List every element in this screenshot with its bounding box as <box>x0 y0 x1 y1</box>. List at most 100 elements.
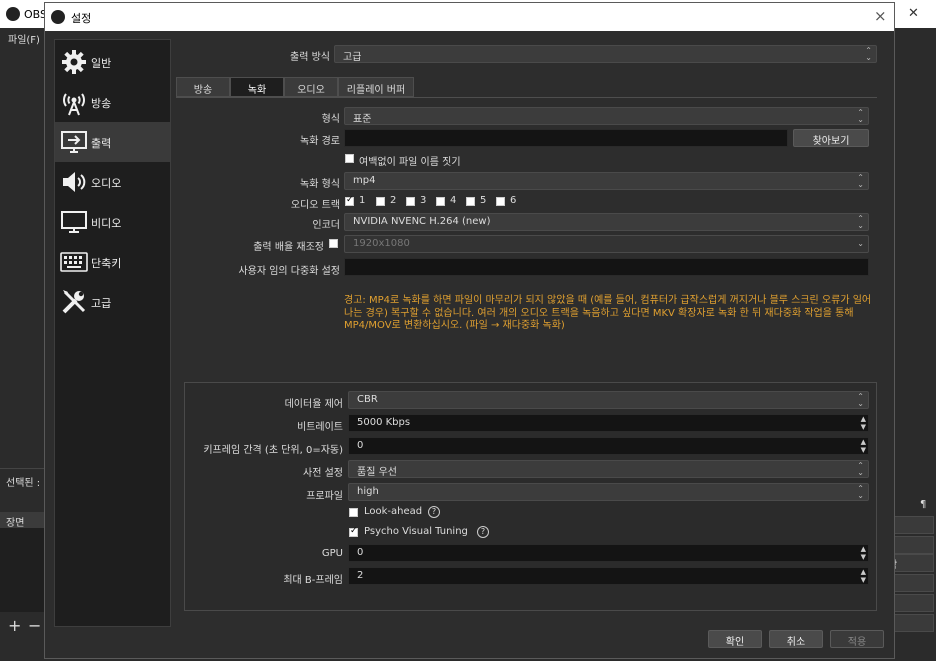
recording-type-select[interactable]: 표준 ⌃ ⌄ <box>344 107 869 125</box>
help-icon[interactable]: ? <box>428 506 440 518</box>
tools-icon <box>59 288 89 316</box>
monitor-icon <box>59 208 89 236</box>
output-mode-label: 출력 방식 <box>290 52 330 63</box>
output-monitor-icon <box>59 128 89 156</box>
recording-path-label: 녹화 경로 <box>300 136 340 147</box>
browse-button[interactable]: 찾아보기 <box>793 129 869 147</box>
sidebar-item-label: 오디오 <box>91 177 122 190</box>
lookahead-label: Look-ahead <box>364 506 423 517</box>
sidebar-item-output[interactable]: 출력 <box>55 122 170 162</box>
custom-muxer-input[interactable] <box>344 258 869 276</box>
no-space-filename-checkbox[interactable] <box>345 154 354 163</box>
gear-icon <box>59 48 89 76</box>
audio-track-4-label: 4 <box>450 195 457 206</box>
custom-muxer-label: 사용자 임의 다중화 설정 <box>238 266 340 277</box>
audio-track-4-checkbox[interactable] <box>436 197 445 206</box>
encoder-label: 인코더 <box>312 220 340 231</box>
obs-logo-icon <box>6 7 20 21</box>
sidebar-item-audio[interactable]: 오디오 <box>55 162 170 202</box>
selected-source-panel: 선택된 : <box>0 468 50 492</box>
chevron-updown-icon: ⌃ ⌄ <box>857 461 864 477</box>
scenes-header: 장면 <box>0 512 50 529</box>
audio-track-6-label: 6 <box>510 195 517 206</box>
chevron-updown-icon: ⌃ ⌄ <box>865 46 872 62</box>
profile-label: 프로파일 <box>306 491 343 502</box>
spin-arrows-icon[interactable]: ▲ ▼ <box>861 545 866 561</box>
audio-track-2-label: 2 <box>390 195 397 206</box>
audio-track-5-label: 5 <box>480 195 487 206</box>
settings-dialog: 설정 × 일반 방송 출력 오디오 비디오 단축키 고급 출력 방식 고급 ⌃ … <box>44 2 895 659</box>
sidebar-item-hotkeys[interactable]: 단축키 <box>55 242 170 282</box>
obs-logo-icon <box>51 10 65 24</box>
audio-track-label: 오디오 트랙 <box>290 200 340 211</box>
tab-stream[interactable]: 방송 <box>176 77 230 97</box>
menu-file[interactable]: 파일(F) <box>8 31 40 46</box>
mp4-warning-text: 경고: MP4로 녹화를 하면 파일이 마무리가 되지 않았을 때 (예를 들어… <box>344 295 872 331</box>
sidebar-item-label: 고급 <box>91 297 112 310</box>
tab-recording[interactable]: 녹화 <box>230 77 284 97</box>
spin-arrows-icon[interactable]: ▲ ▼ <box>861 438 866 454</box>
audio-track-1-label: 1 <box>359 195 366 206</box>
apply-button[interactable]: 적용 <box>830 630 884 648</box>
preset-select[interactable]: 품질 우선 ⌃ ⌄ <box>348 460 869 478</box>
sidebar-item-label: 비디오 <box>91 217 122 230</box>
ok-button[interactable]: 확인 <box>708 630 762 648</box>
spin-arrows-icon[interactable]: ▲ ▼ <box>861 568 866 584</box>
main-window-close-icon[interactable]: ✕ <box>908 6 919 21</box>
psycho-visual-label: Psycho Visual Tuning <box>364 526 468 537</box>
rescale-label: 출력 배율 재조정 <box>253 242 324 253</box>
audio-track-5-checkbox[interactable] <box>466 197 475 206</box>
close-icon[interactable]: × <box>874 7 887 25</box>
tab-divider <box>176 97 877 98</box>
rate-control-label: 데이터율 제어 <box>284 399 343 410</box>
chevron-updown-icon: ⌃ ⌄ <box>857 108 864 124</box>
audio-track-1-checkbox[interactable] <box>345 195 354 206</box>
bitrate-spinbox[interactable]: 5000 Kbps ▲ ▼ <box>348 414 869 432</box>
chevron-updown-icon: ⌃ ⌄ <box>857 214 864 230</box>
preset-label: 사전 설정 <box>303 468 343 479</box>
audio-track-3-label: 3 <box>420 195 427 206</box>
max-bframes-spinbox[interactable]: 2 ▲ ▼ <box>348 567 869 585</box>
chevron-updown-icon: ⌃ ⌄ <box>857 484 864 500</box>
spin-arrows-icon[interactable]: ▲ ▼ <box>861 415 866 431</box>
antenna-icon <box>59 88 89 116</box>
sidebar-item-general[interactable]: 일반 <box>55 42 170 82</box>
help-icon[interactable]: ? <box>477 526 489 538</box>
chevron-updown-icon: ⌃ ⌄ <box>857 392 864 408</box>
encoder-select[interactable]: NVIDIA NVENC H.264 (new) ⌃ ⌄ <box>344 213 869 231</box>
tab-replay-buffer[interactable]: 리플레이 버퍼 <box>338 77 414 97</box>
chevron-updown-icon: ⌃ ⌄ <box>857 173 864 189</box>
recording-path-input[interactable] <box>344 129 788 147</box>
audio-track-6-checkbox[interactable] <box>496 197 505 206</box>
sidebar-item-video[interactable]: 비디오 <box>55 202 170 242</box>
psycho-visual-checkbox[interactable] <box>349 526 358 537</box>
rate-control-select[interactable]: CBR ⌃ ⌄ <box>348 391 869 409</box>
cancel-button[interactable]: 취소 <box>769 630 823 648</box>
sidebar-item-label: 단축키 <box>91 257 122 270</box>
sidebar-item-label: 일반 <box>91 57 112 70</box>
recording-type-label: 형식 <box>321 114 340 125</box>
remove-scene-button[interactable]: − <box>28 616 41 635</box>
audio-track-2-checkbox[interactable] <box>376 197 385 206</box>
keyframe-interval-spinbox[interactable]: 0 ▲ ▼ <box>348 437 869 455</box>
scenes-list[interactable] <box>0 528 44 612</box>
add-scene-button[interactable]: + <box>8 616 21 635</box>
keyframe-interval-label: 키프레임 간격 (초 단위, 0=자동) <box>203 445 343 456</box>
sidebar-item-label: 방송 <box>91 97 112 110</box>
dialog-title: 설정 <box>71 12 92 25</box>
gpu-spinbox[interactable]: 0 ▲ ▼ <box>348 544 869 562</box>
sidebar-item-label: 출력 <box>91 137 112 150</box>
profile-select[interactable]: high ⌃ ⌄ <box>348 483 869 501</box>
chevron-down-icon: ⌄ <box>857 239 864 248</box>
tab-audio[interactable]: 오디오 <box>284 77 338 97</box>
recording-format-select[interactable]: mp4 ⌃ ⌄ <box>344 172 869 190</box>
rescale-resolution-select[interactable]: 1920x1080 ⌄ <box>344 235 869 253</box>
lookahead-checkbox[interactable] <box>349 508 358 517</box>
sidebar-item-advanced[interactable]: 고급 <box>55 282 170 322</box>
controls-panel-menu-icon[interactable]: ¶ <box>920 499 926 510</box>
output-mode-select[interactable]: 고급 ⌃ ⌄ <box>334 45 877 63</box>
audio-track-3-checkbox[interactable] <box>406 197 415 206</box>
main-menubar: 파일(F) <box>0 28 50 46</box>
rescale-checkbox[interactable] <box>329 239 338 248</box>
sidebar-item-stream[interactable]: 방송 <box>55 82 170 122</box>
